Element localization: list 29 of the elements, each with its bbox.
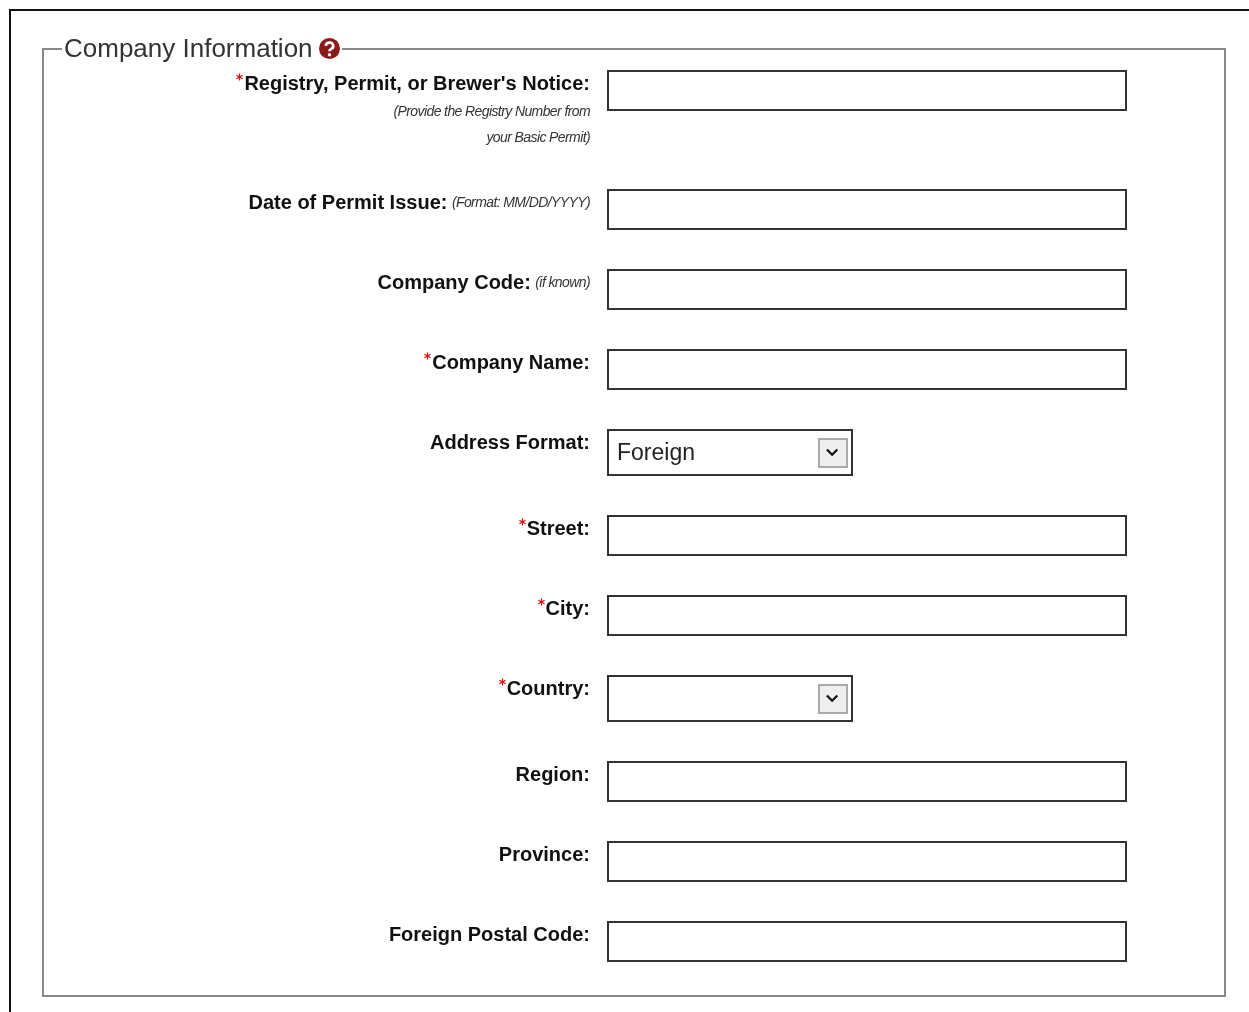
input-field[interactable] bbox=[607, 595, 1127, 636]
field-label: Region: bbox=[515, 763, 590, 785]
field-hint: (Format: MM/DD/YYYY) bbox=[451, 193, 590, 212]
input-field[interactable] bbox=[607, 921, 1127, 962]
chevron-icon bbox=[818, 437, 848, 468]
field-label: Street: bbox=[526, 517, 590, 539]
section-title: Company Information bbox=[64, 33, 313, 64]
input-field[interactable] bbox=[607, 189, 1127, 230]
chevron-icon bbox=[818, 683, 848, 714]
dropdown[interactable]: Foreign bbox=[607, 429, 853, 476]
field-label: Address Format: bbox=[429, 431, 590, 453]
input-field[interactable] bbox=[607, 841, 1127, 882]
field-label: Date of Permit Issue: bbox=[248, 191, 448, 213]
dropdown[interactable] bbox=[607, 675, 853, 722]
input-field[interactable] bbox=[607, 349, 1127, 390]
field-label: Province: bbox=[498, 843, 590, 865]
field-label: City: bbox=[545, 597, 590, 619]
field-label: Company Name: bbox=[432, 351, 590, 373]
field-label: Registry, Permit, or Brewer's Notice: bbox=[244, 72, 590, 94]
input-field[interactable] bbox=[607, 761, 1127, 802]
input-field[interactable] bbox=[607, 515, 1127, 556]
input-field[interactable] bbox=[607, 269, 1127, 310]
field-hint: (Provide the Registry Number from your Basic Permit) bbox=[392, 102, 590, 147]
field-label: Foreign Postal Code: bbox=[388, 923, 590, 945]
field-hint: (if known) bbox=[535, 273, 590, 292]
field-label: Country: bbox=[506, 677, 590, 699]
help-icon[interactable] bbox=[318, 38, 340, 59]
input-field[interactable] bbox=[607, 70, 1127, 111]
field-label: Company Code: bbox=[377, 271, 531, 293]
